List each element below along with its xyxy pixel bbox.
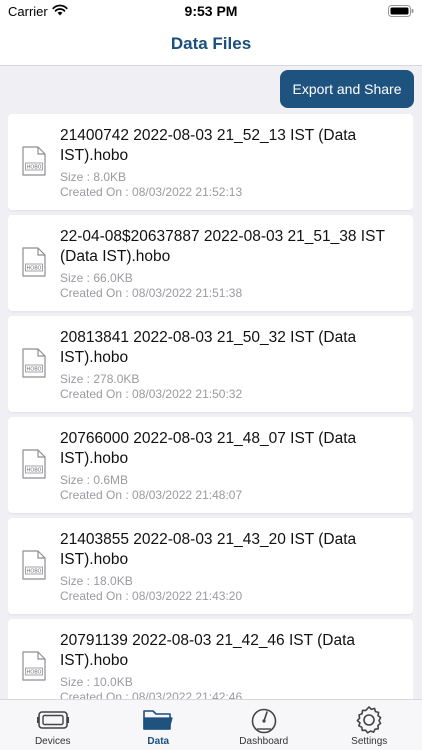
file-list-item[interactable]: HOBO 21400742 2022-08-03 21_52_13 IST (D… <box>8 114 413 210</box>
export-and-share-button[interactable]: Export and Share <box>280 70 414 108</box>
file-name: 21403855 2022-08-03 21_43_20 IST (Data I… <box>60 531 357 568</box>
file-name: 20766000 2022-08-03 21_48_07 IST (Data I… <box>60 430 357 467</box>
svg-text:HOBO: HOBO <box>27 670 42 676</box>
tab-label: Devices <box>34 736 71 747</box>
gauge-icon <box>248 705 280 735</box>
file-list-item[interactable]: HOBO 20791139 2022-08-03 21_42_46 IST (D… <box>8 619 413 699</box>
file-name: 22-04-08$20637887 2022-08-03 21_51_38 IS… <box>60 228 385 265</box>
hobo-file-icon: HOBO <box>22 651 46 681</box>
hobo-file-icon: HOBO <box>22 348 46 378</box>
file-size: Size : 10.0KB <box>60 675 133 689</box>
file-size: Size : 8.0KB <box>60 170 127 184</box>
file-name: 20813841 2022-08-03 21_50_32 IST (Data I… <box>60 329 357 366</box>
battery-icon <box>388 5 414 20</box>
tab-label: Data <box>147 736 170 747</box>
tab-devices[interactable]: Devices <box>0 700 106 750</box>
folder-icon <box>142 705 174 735</box>
file-list-item[interactable]: HOBO 20766000 2022-08-03 21_48_07 IST (D… <box>8 417 413 513</box>
tab-label: Settings <box>351 736 388 747</box>
clock: 9:53 PM <box>184 3 238 19</box>
status-bar: Carrier 9:53 PM <box>0 0 422 24</box>
tab-dashboard[interactable]: Dashboard <box>211 700 317 750</box>
svg-text:HOBO: HOBO <box>27 165 42 171</box>
page-title: Data Files <box>170 34 252 53</box>
file-name: 20791139 2022-08-03 21_42_46 IST (Data I… <box>60 632 356 669</box>
svg-text:HOBO: HOBO <box>27 468 42 474</box>
file-size: Size : 0.6MB <box>60 473 129 487</box>
tab-data[interactable]: Data <box>106 700 212 750</box>
file-created-date: Created On : 08/03/2022 21:48:07 <box>60 488 243 502</box>
tab-bar: Devices Data Dashboard Settings <box>0 699 422 750</box>
file-size: Size : 66.0KB <box>60 271 133 285</box>
file-created-date: Created On : 08/03/2022 21:42:46 <box>60 690 243 699</box>
file-size: Size : 18.0KB <box>60 574 133 588</box>
hobo-file-icon: HOBO <box>22 449 46 479</box>
file-name: 21400742 2022-08-03 21_52_13 IST (Data I… <box>60 127 357 164</box>
svg-text:HOBO: HOBO <box>27 367 42 373</box>
navigation-bar: Data Files <box>0 24 422 66</box>
file-created-date: Created On : 08/03/2022 21:52:13 <box>60 185 243 199</box>
hobo-file-icon: HOBO <box>22 247 46 277</box>
file-created-date: Created On : 08/03/2022 21:43:20 <box>60 589 243 603</box>
hobo-file-icon: HOBO <box>22 550 46 580</box>
tab-settings[interactable]: Settings <box>317 700 422 750</box>
file-list[interactable]: HOBO 21400742 2022-08-03 21_52_13 IST (D… <box>8 114 413 699</box>
devices-icon <box>36 705 69 735</box>
file-created-date: Created On : 08/03/2022 21:51:38 <box>60 286 243 300</box>
gear-icon <box>353 705 385 735</box>
file-size: Size : 278.0KB <box>60 372 140 386</box>
file-created-date: Created On : 08/03/2022 21:50:32 <box>60 387 243 401</box>
hobo-file-icon: HOBO <box>22 146 46 176</box>
tab-label: Dashboard <box>239 736 289 747</box>
file-list-item[interactable]: HOBO 21403855 2022-08-03 21_43_20 IST (D… <box>8 518 413 614</box>
svg-text:HOBO: HOBO <box>27 266 42 272</box>
file-list-item[interactable]: HOBO 22-04-08$20637887 2022-08-03 21_51_… <box>8 215 413 311</box>
svg-text:HOBO: HOBO <box>27 569 42 575</box>
file-list-item[interactable]: HOBO 20813841 2022-08-03 21_50_32 IST (D… <box>8 316 413 412</box>
